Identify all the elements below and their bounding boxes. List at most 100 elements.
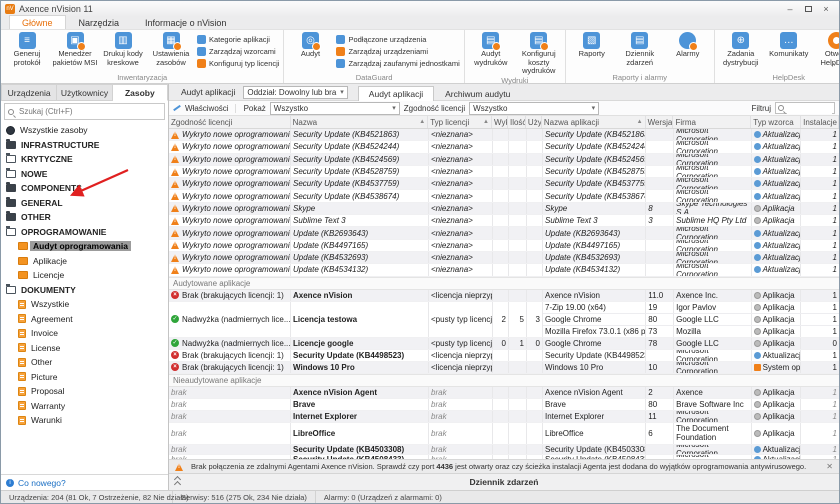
- ribbon-button-audit[interactable]: ◎Audyt: [286, 31, 334, 59]
- tree-item-infrastructure[interactable]: INFRASTRUCTURE: [1, 138, 168, 153]
- warning-close-icon[interactable]: ✕: [826, 462, 833, 471]
- column-header-firma[interactable]: Firma: [673, 116, 751, 128]
- close-button[interactable]: ×: [817, 3, 835, 15]
- tree-item-nowe[interactable]: NOWE: [1, 167, 168, 182]
- tree-item-audyt-oprogramowania[interactable]: Audyt oprogramowania: [1, 239, 168, 254]
- table-row[interactable]: brakAxence nVision AgentbrakAxence nVisi…: [169, 387, 839, 399]
- tree-item-krytyczne[interactable]: KRYTYCZNE: [1, 152, 168, 167]
- tree-item-wszystkie-zasoby[interactable]: Wszystkie zasoby: [1, 123, 168, 138]
- table-row[interactable]: brakSecurity Update (KB4503308)brakSecur…: [169, 445, 839, 455]
- ribbon-button-messages[interactable]: …Komunikaty: [765, 31, 813, 59]
- tree-item-dokumenty[interactable]: DOKUMENTY: [1, 283, 168, 298]
- ribbon-tab-narz-dzia[interactable]: Narzędzia: [66, 15, 133, 29]
- table-row[interactable]: ×Brak (brakujących licencji: 1)Security …: [169, 350, 839, 362]
- cell-installations: 1: [801, 141, 839, 152]
- ribbon-button-print-audit[interactable]: ▤Audyt wydruków: [467, 31, 515, 67]
- ribbon-collapse-icon[interactable]: ^: [831, 62, 835, 71]
- tab-u-ytkownicy[interactable]: Użytkownicy: [57, 84, 112, 101]
- ribbon-button-manage-patterns[interactable]: Zarządzaj wzorcami: [197, 45, 279, 57]
- tab-audyt-aplikacji[interactable]: Audyt aplikacji: [358, 86, 434, 101]
- column-header-typ-licencji[interactable]: Typ licencji▲: [428, 116, 492, 128]
- ribbon-tab-g-wne[interactable]: Główne: [9, 15, 66, 29]
- tree-item-picture[interactable]: Picture: [1, 370, 168, 385]
- ribbon-tab-informacje-o-nvision[interactable]: Informacje o nVision: [132, 15, 239, 29]
- ribbon-button-reports[interactable]: ▧Raporty: [568, 31, 616, 59]
- tree-item-licencje[interactable]: Licencje: [1, 268, 168, 283]
- ribbon-button-event-log[interactable]: ▤Dziennik zdarzeń: [616, 31, 664, 67]
- tree-item-license[interactable]: License: [1, 341, 168, 356]
- table-row[interactable]: Wykryto nowe oprogramowanieSecurity Upda…: [169, 178, 839, 190]
- whats-new-link[interactable]: Co nowego?: [18, 478, 66, 488]
- column-header-ilo[interactable]: Ilość: [508, 116, 526, 128]
- tree-item-other[interactable]: OTHER: [1, 210, 168, 225]
- maximize-button[interactable]: [799, 3, 817, 15]
- table-row[interactable]: Wykryto nowe oprogramowanieSecurity Upda…: [169, 190, 839, 202]
- ribbon-button-configure-license-type[interactable]: Konfiguruj typ licencji: [197, 57, 279, 69]
- expand-panel-icon[interactable]: [175, 477, 181, 483]
- table-row[interactable]: Wykryto nowe oprogramowanieUpdate (KB269…: [169, 227, 839, 239]
- ribbon-button-open-helpdesk[interactable]: Otwórz HelpDesk: [813, 31, 840, 67]
- ribbon-button-connected-devices[interactable]: Podłączone urządzenia: [336, 33, 459, 45]
- tree-item-invoice[interactable]: Invoice: [1, 326, 168, 341]
- column-header-nazwa[interactable]: Nazwa▲: [291, 116, 429, 128]
- column-header-zgodno-licencji[interactable]: Zgodność licencji: [169, 116, 291, 128]
- tree-item-agreement[interactable]: Agreement: [1, 312, 168, 327]
- ribbon-button-barcode-printer[interactable]: ▥Drukuj kody kreskowe: [99, 31, 147, 67]
- event-log-icon: ▤: [631, 32, 648, 49]
- table-row[interactable]: Wykryto nowe oprogramowanieSecurity Upda…: [169, 129, 839, 141]
- ribbon-button-alarms[interactable]: Alarmy: [664, 31, 712, 59]
- tree-item-warunki[interactable]: Warunki: [1, 413, 168, 428]
- column-header-u-ytk[interactable]: Użytk: [526, 116, 542, 128]
- tree-item-wszystkie[interactable]: Wszystkie: [1, 297, 168, 312]
- ribbon-button-distribution-tasks[interactable]: ⊕Zadania dystrybucji: [717, 31, 765, 67]
- tab-urz-dzenia[interactable]: Urządzenia: [1, 84, 57, 101]
- column-header-nazwa-aplikacji[interactable]: Nazwa aplikacji▲: [542, 116, 646, 128]
- table-row[interactable]: ×Brak (brakujących licencji: 1)Windows 1…: [169, 362, 839, 374]
- table-row[interactable]: Wykryto nowe oprogramowanieSecurity Upda…: [169, 141, 839, 153]
- tree-item-general[interactable]: GENERAL: [1, 196, 168, 211]
- table-row[interactable]: Wykryto nowe oprogramowanieUpdate (KB453…: [169, 264, 839, 276]
- column-header-wyk[interactable]: Wyk: [492, 116, 508, 128]
- table-row[interactable]: brakLibreOfficebrakLibreOffice6The Docum…: [169, 423, 839, 445]
- event-log-panel-header[interactable]: Dziennik zdarzeń: [169, 473, 839, 490]
- search-input[interactable]: [17, 106, 161, 117]
- table-row[interactable]: ✓Nadwyżka (nadmiernych lice...Licencje g…: [169, 338, 839, 350]
- tree-item-warranty[interactable]: Warranty: [1, 399, 168, 414]
- left-panel: UrządzeniaUżytkownicyZasoby Wszystkie za…: [1, 84, 169, 490]
- ribbon-button-manage-trusted-units[interactable]: Zarządzaj zaufanymi jednostkami: [336, 57, 459, 69]
- ribbon-button-configure-print-costs[interactable]: ▤Konfiguruj koszty wydruków: [515, 31, 563, 76]
- properties-button[interactable]: Właściwości: [173, 104, 236, 113]
- cell-name: Internet Explorer: [291, 411, 429, 422]
- table-row[interactable]: Wykryto nowe oprogramowanieUpdate (KB453…: [169, 252, 839, 264]
- table-row[interactable]: ×Brak (brakujących licencji: 1)Axence nV…: [169, 290, 839, 302]
- tree-item-proposal[interactable]: Proposal: [1, 384, 168, 399]
- column-header-typ-wzorca[interactable]: Typ wzorca: [751, 116, 801, 128]
- ribbon-button-app-categories[interactable]: Kategorie aplikacji: [197, 33, 279, 45]
- ribbon-button-msi-packages[interactable]: ▣Menedżer pakietów MSI: [51, 31, 99, 67]
- table-row[interactable]: brakBravebrakBrave80Brave Software IncAp…: [169, 399, 839, 411]
- table-row[interactable]: Wykryto nowe oprogramowanieSkype<nieznan…: [169, 203, 839, 215]
- tree-item-other[interactable]: Other: [1, 355, 168, 370]
- column-header-instalacje[interactable]: Instalacje: [801, 116, 839, 128]
- column-header-wersja[interactable]: Wersja▲: [646, 116, 674, 128]
- tab-zasoby[interactable]: Zasoby: [113, 84, 168, 101]
- ribbon-button-manage-devices[interactable]: Zarządzaj urządzeniami: [336, 45, 459, 57]
- filter-input[interactable]: [787, 103, 832, 114]
- minimize-button[interactable]: –: [781, 3, 799, 15]
- ribbon-button-protocol[interactable]: ≡Generuj protokół: [3, 31, 51, 67]
- table-row[interactable]: brakInternet ExplorerbrakInternet Explor…: [169, 411, 839, 423]
- table-row[interactable]: Wykryto nowe oprogramowanieSecurity Upda…: [169, 154, 839, 166]
- ribbon-button-asset-settings[interactable]: ▦Ustawienia zasobów: [147, 31, 195, 67]
- application-line: Update (KB4532693)Microsoft CorporationA…: [543, 252, 839, 263]
- table-row[interactable]: Wykryto nowe oprogramowanieSublime Text …: [169, 215, 839, 227]
- tree-item-oprogramowanie[interactable]: OPROGRAMOWANIE: [1, 225, 168, 240]
- branch-combo[interactable]: Oddział: Dowolny lub bra▾: [243, 86, 347, 99]
- tab-archiwum-audytu[interactable]: Archiwum audytu: [434, 86, 521, 101]
- tree-item-components[interactable]: COMPONENTS: [1, 181, 168, 196]
- table-row[interactable]: Wykryto nowe oprogramowanieSecurity Upda…: [169, 166, 839, 178]
- show-combo[interactable]: Wszystko▾: [270, 102, 400, 115]
- table-row[interactable]: ✓Nadwyżka (nadmiernych lice...Licencja t…: [169, 302, 839, 338]
- license-compliance-combo[interactable]: Wszystko▾: [469, 102, 599, 115]
- table-row[interactable]: Wykryto nowe oprogramowanieUpdate (KB449…: [169, 240, 839, 252]
- tree-item-aplikacje[interactable]: Aplikacje: [1, 254, 168, 269]
